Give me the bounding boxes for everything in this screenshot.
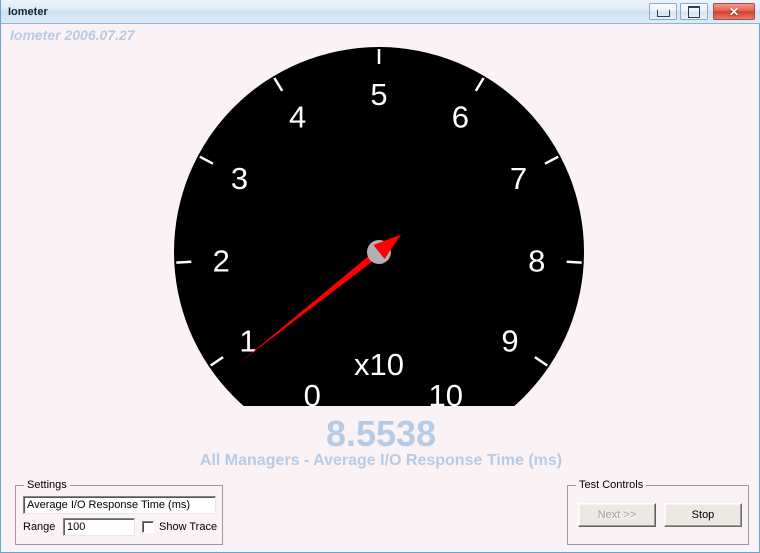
dial-tick-label: 8 bbox=[528, 243, 545, 278]
dial-tick bbox=[176, 262, 191, 263]
metric-select[interactable]: Average I/O Response Time (ms) bbox=[23, 496, 216, 514]
test-controls-group-title: Test Controls bbox=[576, 479, 646, 491]
maximize-icon bbox=[688, 6, 700, 18]
dial-tick-label: 6 bbox=[452, 100, 469, 135]
close-button[interactable]: ✕ bbox=[713, 3, 755, 20]
settings-group: Settings Average I/O Response Time (ms) … bbox=[15, 485, 223, 545]
maximize-button[interactable] bbox=[680, 3, 708, 20]
gauge-widget: 0 1 2 3 4 5 6 7 8 9 10 x10 bbox=[169, 42, 593, 414]
range-input[interactable]: 100 bbox=[63, 518, 135, 536]
show-trace-checkbox[interactable] bbox=[142, 521, 154, 533]
gauge-dial: 0 1 2 3 4 5 6 7 8 9 10 x10 bbox=[169, 42, 593, 414]
stop-button[interactable]: Stop bbox=[664, 503, 742, 527]
range-label: Range bbox=[23, 521, 55, 533]
minimize-icon bbox=[657, 10, 670, 17]
dial-tick-label: 0 bbox=[304, 378, 321, 413]
dial-tick-label: 4 bbox=[289, 100, 306, 135]
iometer-window: Iometer ✕ Iometer 2006.07.27 0 1 2 3 4 5 6 7 8 9 1… bbox=[0, 0, 760, 553]
dial-tick-label: 1 bbox=[239, 323, 256, 358]
window-title: Iometer bbox=[8, 6, 48, 18]
minimize-button[interactable] bbox=[649, 3, 677, 20]
version-label: Iometer 2006.07.27 bbox=[10, 27, 135, 43]
dial-tick bbox=[567, 262, 582, 263]
dial-tick-label: 2 bbox=[213, 243, 230, 278]
dial-tick-label: 3 bbox=[231, 161, 248, 196]
dial-multiplier-label: x10 bbox=[354, 347, 404, 382]
readout-label: All Managers - Average I/O Response Time… bbox=[1, 452, 760, 470]
dial-tick-label: 9 bbox=[501, 323, 518, 358]
settings-group-title: Settings bbox=[24, 479, 70, 491]
dial-tick-label: 5 bbox=[370, 77, 387, 112]
readout-value: 8.5538 bbox=[1, 413, 760, 455]
show-trace-label[interactable]: Show Trace bbox=[159, 521, 217, 533]
close-icon: ✕ bbox=[729, 6, 739, 18]
title-bar: Iometer ✕ bbox=[1, 0, 760, 24]
test-controls-group: Test Controls Next >> Stop bbox=[567, 485, 749, 545]
next-button[interactable]: Next >> bbox=[578, 503, 656, 527]
dial-tick-label: 7 bbox=[510, 161, 527, 196]
dial-tick-label: 10 bbox=[429, 378, 463, 413]
